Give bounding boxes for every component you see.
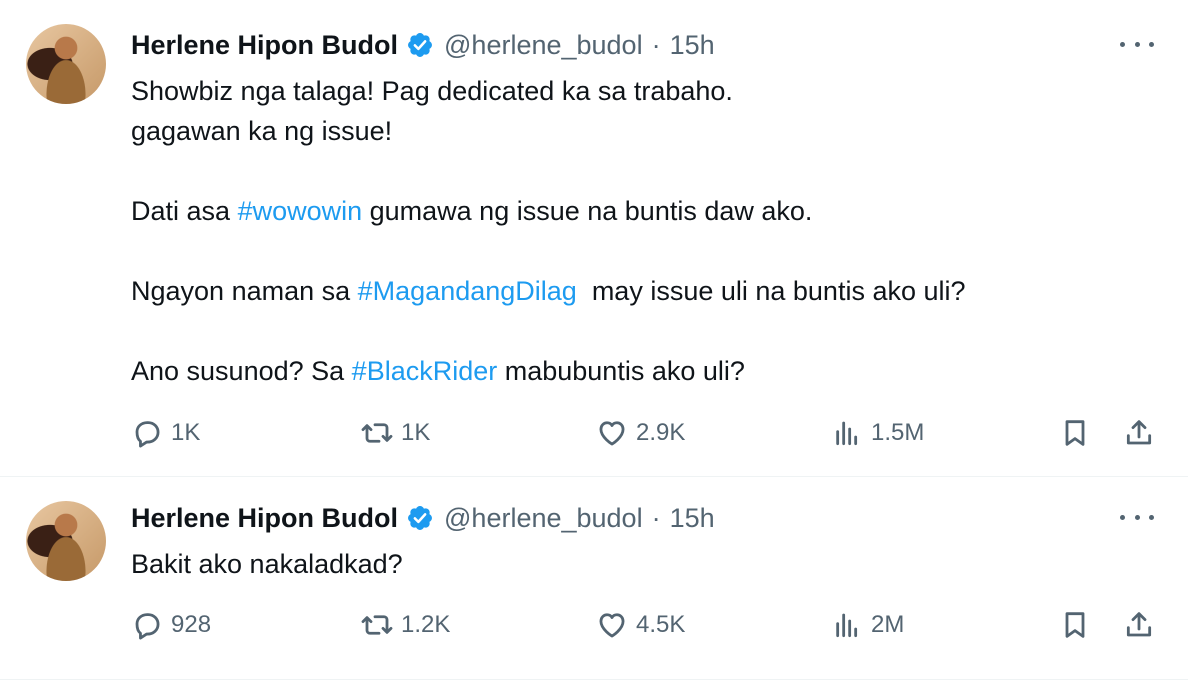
repost-button[interactable]: 1.2K [361, 607, 450, 643]
more-icon[interactable] [1120, 34, 1154, 54]
tweet[interactable]: Herlene Hipon Budol @herlene_budol · 15h… [0, 0, 1188, 477]
author-handle[interactable]: @herlene_budol [444, 503, 643, 534]
separator-dot: · [651, 502, 661, 533]
author-name[interactable]: Herlene Hipon Budol [131, 503, 398, 534]
repost-count: 1.2K [401, 611, 451, 638]
reply-button[interactable]: 1K [131, 415, 200, 451]
avatar[interactable] [26, 501, 106, 581]
hashtag-link[interactable]: #BlackRider [352, 356, 498, 386]
like-button[interactable]: 4.5K [596, 607, 685, 643]
views-count: 2M [871, 611, 905, 638]
like-count: 4.5K [636, 611, 686, 638]
share-icon [1126, 420, 1152, 445]
tweet-text: Showbiz nga talaga! Pag dedicated ka sa … [131, 71, 1121, 391]
text-line: Dati asa #wowowin gumawa ng issue na bun… [131, 196, 813, 226]
more-icon[interactable] [1120, 507, 1154, 527]
verified-badge-icon [408, 33, 432, 57]
separator-dot: · [651, 29, 661, 60]
hashtag-link[interactable]: #MagandangDilag [358, 276, 577, 306]
text-line: Ngayon naman sa #MagandangDilag may issu… [131, 276, 966, 306]
reply-count: 1K [171, 419, 201, 446]
verified-badge-icon [408, 506, 432, 530]
text-line: gagawan ka ng issue! [131, 116, 393, 146]
action-bar: 928 1.2K 4.5K 2M [131, 607, 1158, 643]
action-bar: 1K 1K 2.9K 1.5M [131, 415, 1158, 451]
text-line: Bakit ako nakaladkad? [131, 549, 403, 579]
like-button[interactable]: 2.9K [596, 415, 685, 451]
repost-button[interactable]: 1K [361, 415, 430, 451]
views-icon [836, 613, 858, 638]
text-line: Ano susunod? Sa #BlackRider mabubuntis a… [131, 356, 745, 386]
like-count: 2.9K [636, 419, 686, 446]
tweet[interactable]: Herlene Hipon Budol @herlene_budol · 15h… [0, 477, 1188, 680]
repost-icon [361, 615, 393, 635]
author-name[interactable]: Herlene Hipon Budol [131, 30, 398, 61]
bookmark-button[interactable] [1059, 607, 1091, 643]
bookmark-icon [1065, 612, 1085, 638]
views-button[interactable]: 2M [831, 607, 904, 643]
tweet-header: Herlene Hipon Budol @herlene_budol · 15h [131, 28, 715, 62]
like-icon [599, 421, 625, 446]
avatar[interactable] [26, 24, 106, 104]
tweet-header: Herlene Hipon Budol @herlene_budol · 15h [131, 501, 715, 535]
views-icon [836, 421, 858, 446]
timestamp[interactable]: 15h [670, 503, 715, 534]
views-button[interactable]: 1.5M [831, 415, 924, 451]
like-icon [599, 613, 625, 638]
share-icon [1126, 612, 1152, 637]
reply-icon [135, 421, 160, 448]
reply-count: 928 [171, 611, 212, 638]
reply-icon [135, 613, 160, 640]
hashtag-link[interactable]: #wowowin [238, 196, 363, 226]
text-line: Showbiz nga talaga! Pag dedicated ka sa … [131, 76, 733, 106]
repost-icon [361, 423, 393, 443]
repost-count: 1K [401, 419, 431, 446]
reply-button[interactable]: 928 [131, 607, 211, 643]
bookmark-icon [1065, 420, 1085, 446]
share-button[interactable] [1123, 607, 1155, 643]
share-button[interactable] [1123, 415, 1155, 451]
author-handle[interactable]: @herlene_budol [444, 30, 643, 61]
tweet-text: Bakit ako nakaladkad? [131, 544, 1121, 584]
bookmark-button[interactable] [1059, 415, 1091, 451]
timestamp[interactable]: 15h [670, 30, 715, 61]
views-count: 1.5M [871, 419, 925, 446]
